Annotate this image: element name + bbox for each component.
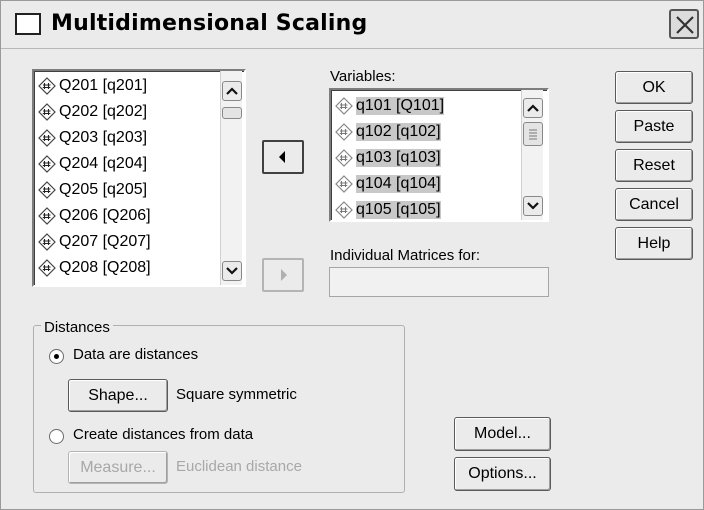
list-item-label: Q202 [q202] bbox=[59, 103, 148, 120]
close-icon bbox=[676, 16, 694, 34]
list-item[interactable]: Q206 [Q206] bbox=[38, 203, 151, 229]
cancel-button[interactable]: Cancel bbox=[615, 188, 693, 221]
measure-value: Euclidean distance bbox=[176, 458, 302, 475]
scale-variable-icon bbox=[38, 77, 56, 95]
list-item[interactable]: q104 [q104] bbox=[335, 171, 441, 197]
title-bar: Multidimensional Scaling bbox=[1, 1, 703, 49]
list-item[interactable]: Q201 [q201] bbox=[38, 73, 147, 99]
list-item-label: q104 [q104] bbox=[356, 175, 441, 193]
window-icon bbox=[15, 13, 41, 35]
data-are-distances-radio[interactable] bbox=[49, 349, 64, 364]
list-item-label: Q207 [Q207] bbox=[59, 233, 151, 250]
variables-label: Variables: bbox=[330, 68, 396, 85]
list-item-label: Q201 [q201] bbox=[59, 77, 148, 94]
shape-value: Square symmetric bbox=[176, 386, 297, 403]
list-item-label: Q203 [q203] bbox=[59, 129, 148, 146]
individual-matrices-field[interactable] bbox=[329, 267, 549, 297]
scroll-up-button[interactable] bbox=[222, 81, 242, 101]
source-variable-list[interactable]: Q201 [q201] Q202 [q202] Q203 [q203] Q204… bbox=[32, 69, 246, 287]
model-button[interactable]: Model... bbox=[454, 417, 551, 451]
paste-button[interactable]: Paste bbox=[615, 110, 693, 143]
scale-variable-icon bbox=[335, 97, 353, 115]
scale-variable-icon bbox=[38, 207, 56, 225]
move-right-button[interactable] bbox=[262, 258, 304, 292]
list-item-label: q103 [q103] bbox=[356, 149, 441, 167]
list-item-label: q102 [q102] bbox=[356, 123, 441, 141]
data-are-distances-label[interactable]: Data are distances bbox=[73, 346, 198, 363]
list-item[interactable]: q103 [q103] bbox=[335, 145, 441, 171]
list-item[interactable]: Q205 [q205] bbox=[38, 177, 147, 203]
radio-selected-dot bbox=[54, 354, 59, 359]
list-item[interactable]: q102 [q102] bbox=[335, 119, 441, 145]
options-button[interactable]: Options... bbox=[454, 457, 551, 491]
grip-icon bbox=[529, 129, 537, 140]
scale-variable-icon bbox=[335, 149, 353, 167]
list-item-label: Q204 [q204] bbox=[59, 155, 148, 172]
scale-variable-icon bbox=[38, 155, 56, 173]
list-item[interactable]: q105 [q105] bbox=[335, 197, 441, 220]
chevron-down-icon bbox=[226, 267, 238, 275]
individual-matrices-label: Individual Matrices for: bbox=[330, 247, 481, 264]
scale-variable-icon bbox=[335, 201, 353, 219]
variables-list-scrollbar[interactable] bbox=[521, 90, 543, 220]
window-title: Multidimensional Scaling bbox=[51, 11, 368, 36]
scale-variable-icon bbox=[335, 123, 353, 141]
close-button[interactable] bbox=[669, 9, 699, 39]
list-item[interactable]: q101 [Q101] bbox=[335, 93, 445, 119]
move-left-button[interactable] bbox=[262, 140, 304, 174]
chevron-up-icon bbox=[527, 104, 539, 112]
scale-variable-icon bbox=[38, 103, 56, 121]
list-item[interactable]: Q208 [Q208] bbox=[38, 255, 151, 281]
list-item[interactable]: Q204 [q204] bbox=[38, 151, 147, 177]
list-item[interactable]: Q203 [q203] bbox=[38, 125, 147, 151]
arrow-right-icon bbox=[281, 269, 287, 281]
list-item-label: Q208 [Q208] bbox=[59, 259, 151, 276]
list-item[interactable]: Q207 [Q207] bbox=[38, 229, 151, 255]
source-list-scrollbar[interactable] bbox=[220, 71, 242, 285]
shape-button[interactable]: Shape... bbox=[68, 379, 168, 412]
scale-variable-icon bbox=[38, 129, 56, 147]
ok-button[interactable]: OK bbox=[615, 71, 693, 104]
create-distances-radio[interactable] bbox=[49, 429, 64, 444]
scroll-down-button[interactable] bbox=[222, 261, 242, 281]
list-item-label: q105 [q105] bbox=[356, 201, 441, 219]
variables-list[interactable]: q101 [Q101] q102 [q102] q103 [q103] q104… bbox=[329, 88, 549, 222]
scroll-thumb[interactable] bbox=[523, 122, 543, 146]
list-item-label: Q205 [q205] bbox=[59, 181, 148, 198]
scroll-up-button[interactable] bbox=[523, 98, 543, 118]
list-item-label: q101 [Q101] bbox=[356, 97, 445, 115]
scroll-thumb[interactable] bbox=[222, 107, 242, 119]
distances-group-title: Distances bbox=[41, 319, 113, 336]
chevron-up-icon bbox=[226, 87, 238, 95]
create-distances-label[interactable]: Create distances from data bbox=[73, 426, 253, 443]
arrow-left-icon bbox=[279, 151, 285, 163]
reset-button[interactable]: Reset bbox=[615, 149, 693, 182]
mds-dialog: Multidimensional Scaling Q201 [q201] Q20… bbox=[0, 0, 704, 510]
list-item[interactable]: Q202 [q202] bbox=[38, 99, 147, 125]
help-button[interactable]: Help bbox=[615, 227, 693, 260]
measure-button[interactable]: Measure... bbox=[68, 451, 168, 484]
scale-variable-icon bbox=[38, 259, 56, 277]
list-item-label: Q206 [Q206] bbox=[59, 207, 151, 224]
scale-variable-icon bbox=[335, 175, 353, 193]
scroll-down-button[interactable] bbox=[523, 196, 543, 216]
scale-variable-icon bbox=[38, 233, 56, 251]
chevron-down-icon bbox=[527, 202, 539, 210]
scale-variable-icon bbox=[38, 181, 56, 199]
